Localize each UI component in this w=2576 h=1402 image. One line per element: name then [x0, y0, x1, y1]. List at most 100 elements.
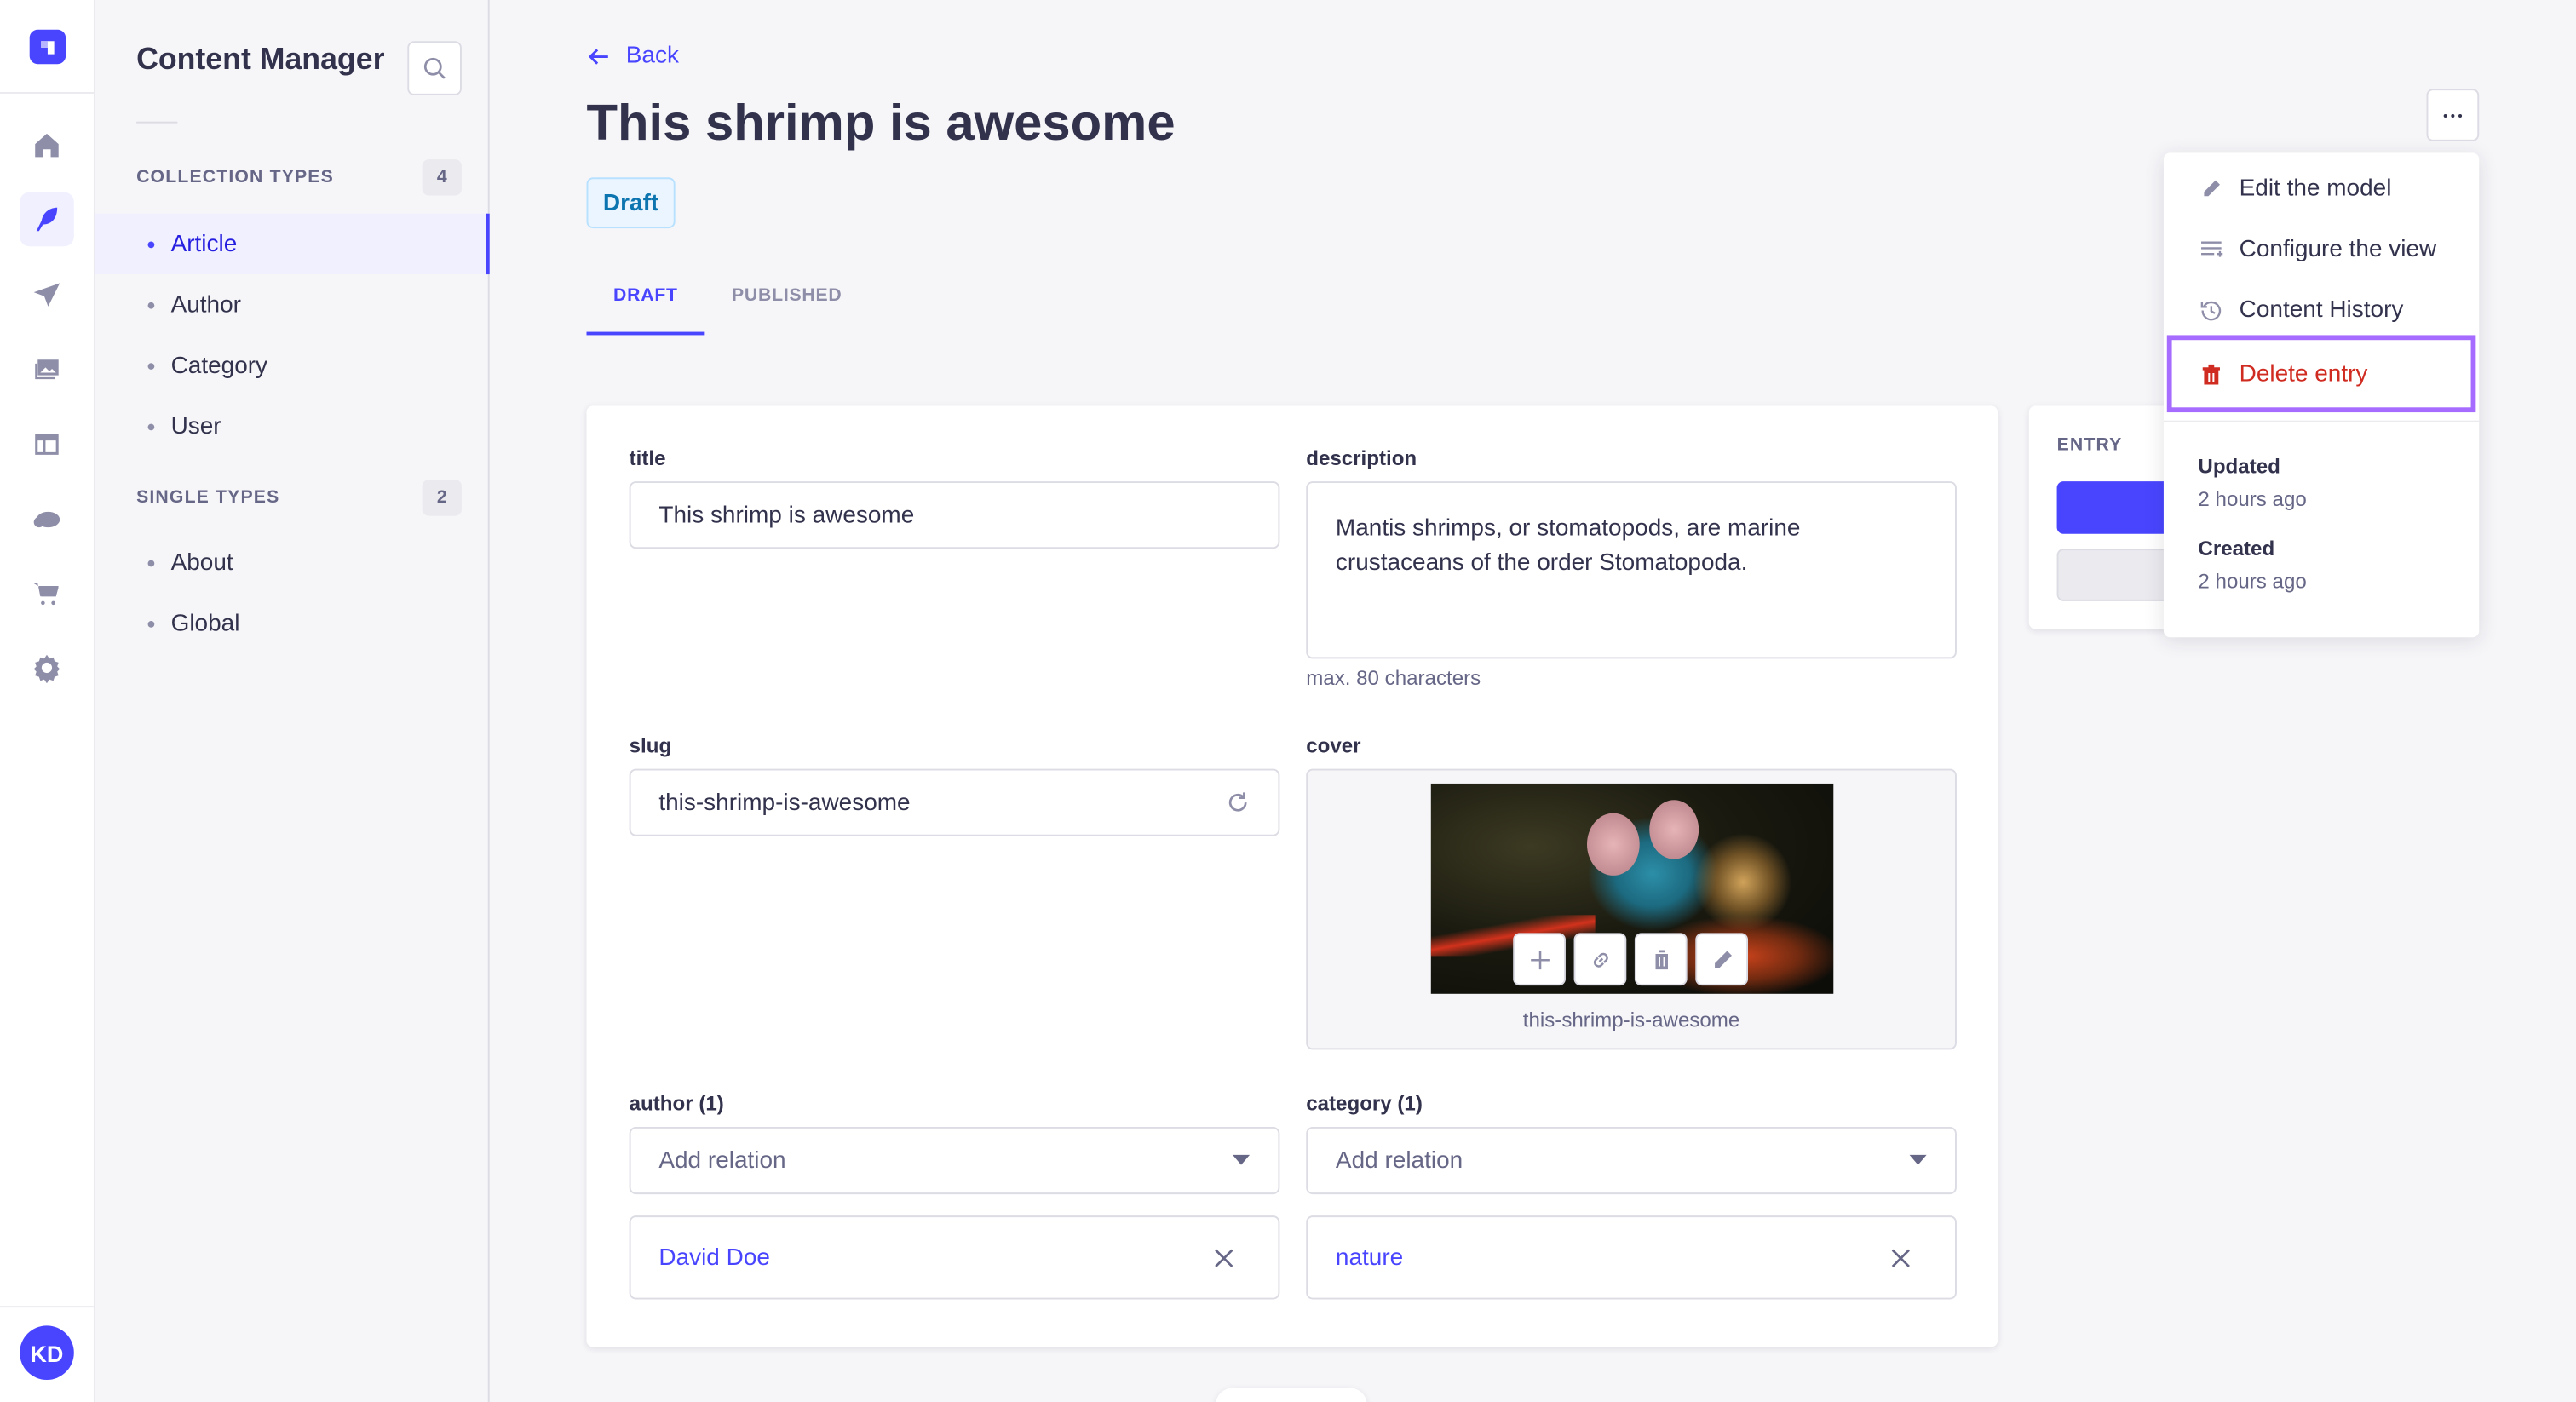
media-library-icon[interactable] — [20, 342, 74, 396]
collection-types-heading: COLLECTION TYPES — [136, 167, 334, 187]
bullet — [147, 559, 155, 566]
sidebar-item-label: About — [170, 549, 233, 576]
home-icon[interactable] — [20, 118, 74, 173]
status-badge: Draft — [586, 177, 676, 229]
menu-item-delete-entry[interactable]: Delete entry — [2166, 335, 2476, 413]
tab-published[interactable]: PUBLISHED — [704, 260, 869, 332]
sidebar-item-user[interactable]: User — [95, 396, 490, 457]
select-placeholder: Add relation — [1335, 1147, 1463, 1174]
strapi-logo[interactable] — [29, 29, 66, 65]
sidebar-item-article[interactable]: Article — [95, 213, 490, 275]
menu-item-edit-model[interactable]: Edit the model — [2164, 158, 2479, 218]
cover-image[interactable] — [1430, 783, 1834, 994]
bullet — [147, 301, 155, 308]
history-icon — [2200, 300, 2222, 320]
author-relation-item: David Doe — [629, 1215, 1280, 1300]
caret-down-icon — [1232, 1154, 1251, 1165]
sidebar-item-about[interactable]: About — [95, 532, 490, 593]
select-placeholder: Add relation — [658, 1147, 786, 1174]
add-asset-button[interactable] — [1513, 933, 1566, 986]
sidebar-item-label: User — [170, 413, 221, 440]
close-icon[interactable] — [1891, 1248, 1911, 1267]
trash-icon — [1653, 949, 1669, 969]
main-nav: KD — [0, 0, 95, 1402]
entry-heading: ENTRY — [2056, 435, 2123, 456]
tab-label: DRAFT — [613, 285, 678, 306]
edit-form-card: title This shrimp is awesome description… — [586, 405, 1998, 1347]
single-types-heading: SINGLE TYPES — [136, 487, 280, 508]
paper-plane-icon[interactable] — [20, 267, 74, 322]
close-icon[interactable] — [1214, 1248, 1233, 1267]
category-relation-item: nature — [1306, 1215, 1957, 1300]
divider — [2163, 420, 2480, 422]
cover-caption: this-shrimp-is-awesome — [1522, 1008, 1740, 1032]
menu-item-label: Content History — [2239, 296, 2404, 323]
page-title: This shrimp is awesome — [586, 93, 1176, 152]
slug-input[interactable]: this-shrimp-is-awesome — [629, 768, 1280, 836]
updated-value: 2 hours ago — [2198, 487, 2307, 511]
list-settings-icon — [2201, 240, 2223, 256]
relation-link[interactable]: David Doe — [658, 1244, 770, 1271]
avatar[interactable]: KD — [20, 1325, 74, 1380]
more-icon — [2443, 112, 2463, 118]
pencil-icon — [1714, 950, 1731, 968]
link-icon — [1592, 951, 1607, 967]
author-relation-select[interactable]: Add relation — [629, 1126, 1280, 1195]
tab-label: PUBLISHED — [731, 285, 842, 306]
tab-draft[interactable]: DRAFT — [586, 260, 705, 336]
category-label: category (1) — [1306, 1092, 1423, 1116]
layout-icon[interactable] — [20, 417, 74, 472]
relation-link[interactable]: nature — [1336, 1244, 1403, 1271]
category-relation-select[interactable]: Add relation — [1306, 1126, 1957, 1195]
content-manager-feather-icon[interactable] — [20, 192, 74, 247]
bullet — [147, 422, 155, 430]
created-label: Created — [2198, 537, 2275, 560]
plus-icon — [1530, 950, 1549, 969]
menu-item-content-history[interactable]: Content History — [2164, 279, 2479, 340]
title-input[interactable]: This shrimp is awesome — [629, 481, 1280, 549]
cart-icon[interactable] — [20, 566, 74, 621]
bullet — [147, 362, 155, 369]
arrow-left-icon — [588, 48, 608, 64]
menu-item-label: Edit the model — [2239, 175, 2392, 202]
single-types-count: 2 — [422, 480, 462, 516]
description-textarea[interactable]: Mantis shrimps, or stomatopods, are mari… — [1306, 481, 1957, 659]
back-link[interactable]: Back — [586, 43, 679, 69]
gear-icon[interactable] — [20, 641, 74, 695]
pencil-icon — [2204, 179, 2220, 196]
edit-asset-button[interactable] — [1695, 933, 1748, 986]
divider — [0, 1306, 94, 1308]
divider — [0, 91, 94, 94]
updated-label: Updated — [2198, 455, 2280, 479]
sidebar-title: Content Manager — [136, 41, 385, 76]
cover-label: cover — [1306, 734, 1361, 758]
sidebar-item-label: Author — [170, 291, 241, 319]
sidebar-item-label: Category — [170, 352, 268, 379]
description-hint: max. 80 characters — [1306, 666, 1481, 690]
search-icon — [423, 57, 446, 79]
cover-field: this-shrimp-is-awesome — [1306, 768, 1957, 1050]
sidebar-item-author[interactable]: Author — [95, 274, 490, 335]
menu-item-label: Configure the view — [2239, 235, 2437, 262]
menu-item-configure-view[interactable]: Configure the view — [2164, 218, 2479, 279]
slug-value: this-shrimp-is-awesome — [658, 789, 911, 816]
sidebar-item-category[interactable]: Category — [95, 335, 490, 395]
description-value: Mantis shrimps, or stomatopods, are mari… — [1335, 515, 1801, 577]
trash-icon — [2202, 363, 2220, 384]
copy-link-button[interactable] — [1573, 933, 1627, 986]
content-manager-sidebar: Content Manager COLLECTION TYPES 4 Artic… — [95, 0, 490, 1402]
regenerate-icon[interactable] — [1226, 790, 1251, 815]
sidebar-item-global[interactable]: Global — [95, 593, 490, 653]
back-label: Back — [625, 43, 679, 69]
sidebar-item-label: Global — [170, 610, 240, 637]
search-button[interactable] — [407, 41, 462, 95]
cloud-icon[interactable] — [20, 491, 74, 546]
more-actions-button[interactable] — [2426, 89, 2480, 141]
collection-types-count: 4 — [422, 159, 462, 196]
sidebar-item-label: Article — [170, 230, 238, 257]
description-label: description — [1306, 446, 1417, 470]
delete-asset-button[interactable] — [1634, 933, 1688, 986]
divider — [136, 121, 178, 124]
more-actions-menu: Edit the model Configure the view Conten… — [2163, 152, 2480, 638]
bullet — [147, 620, 155, 627]
